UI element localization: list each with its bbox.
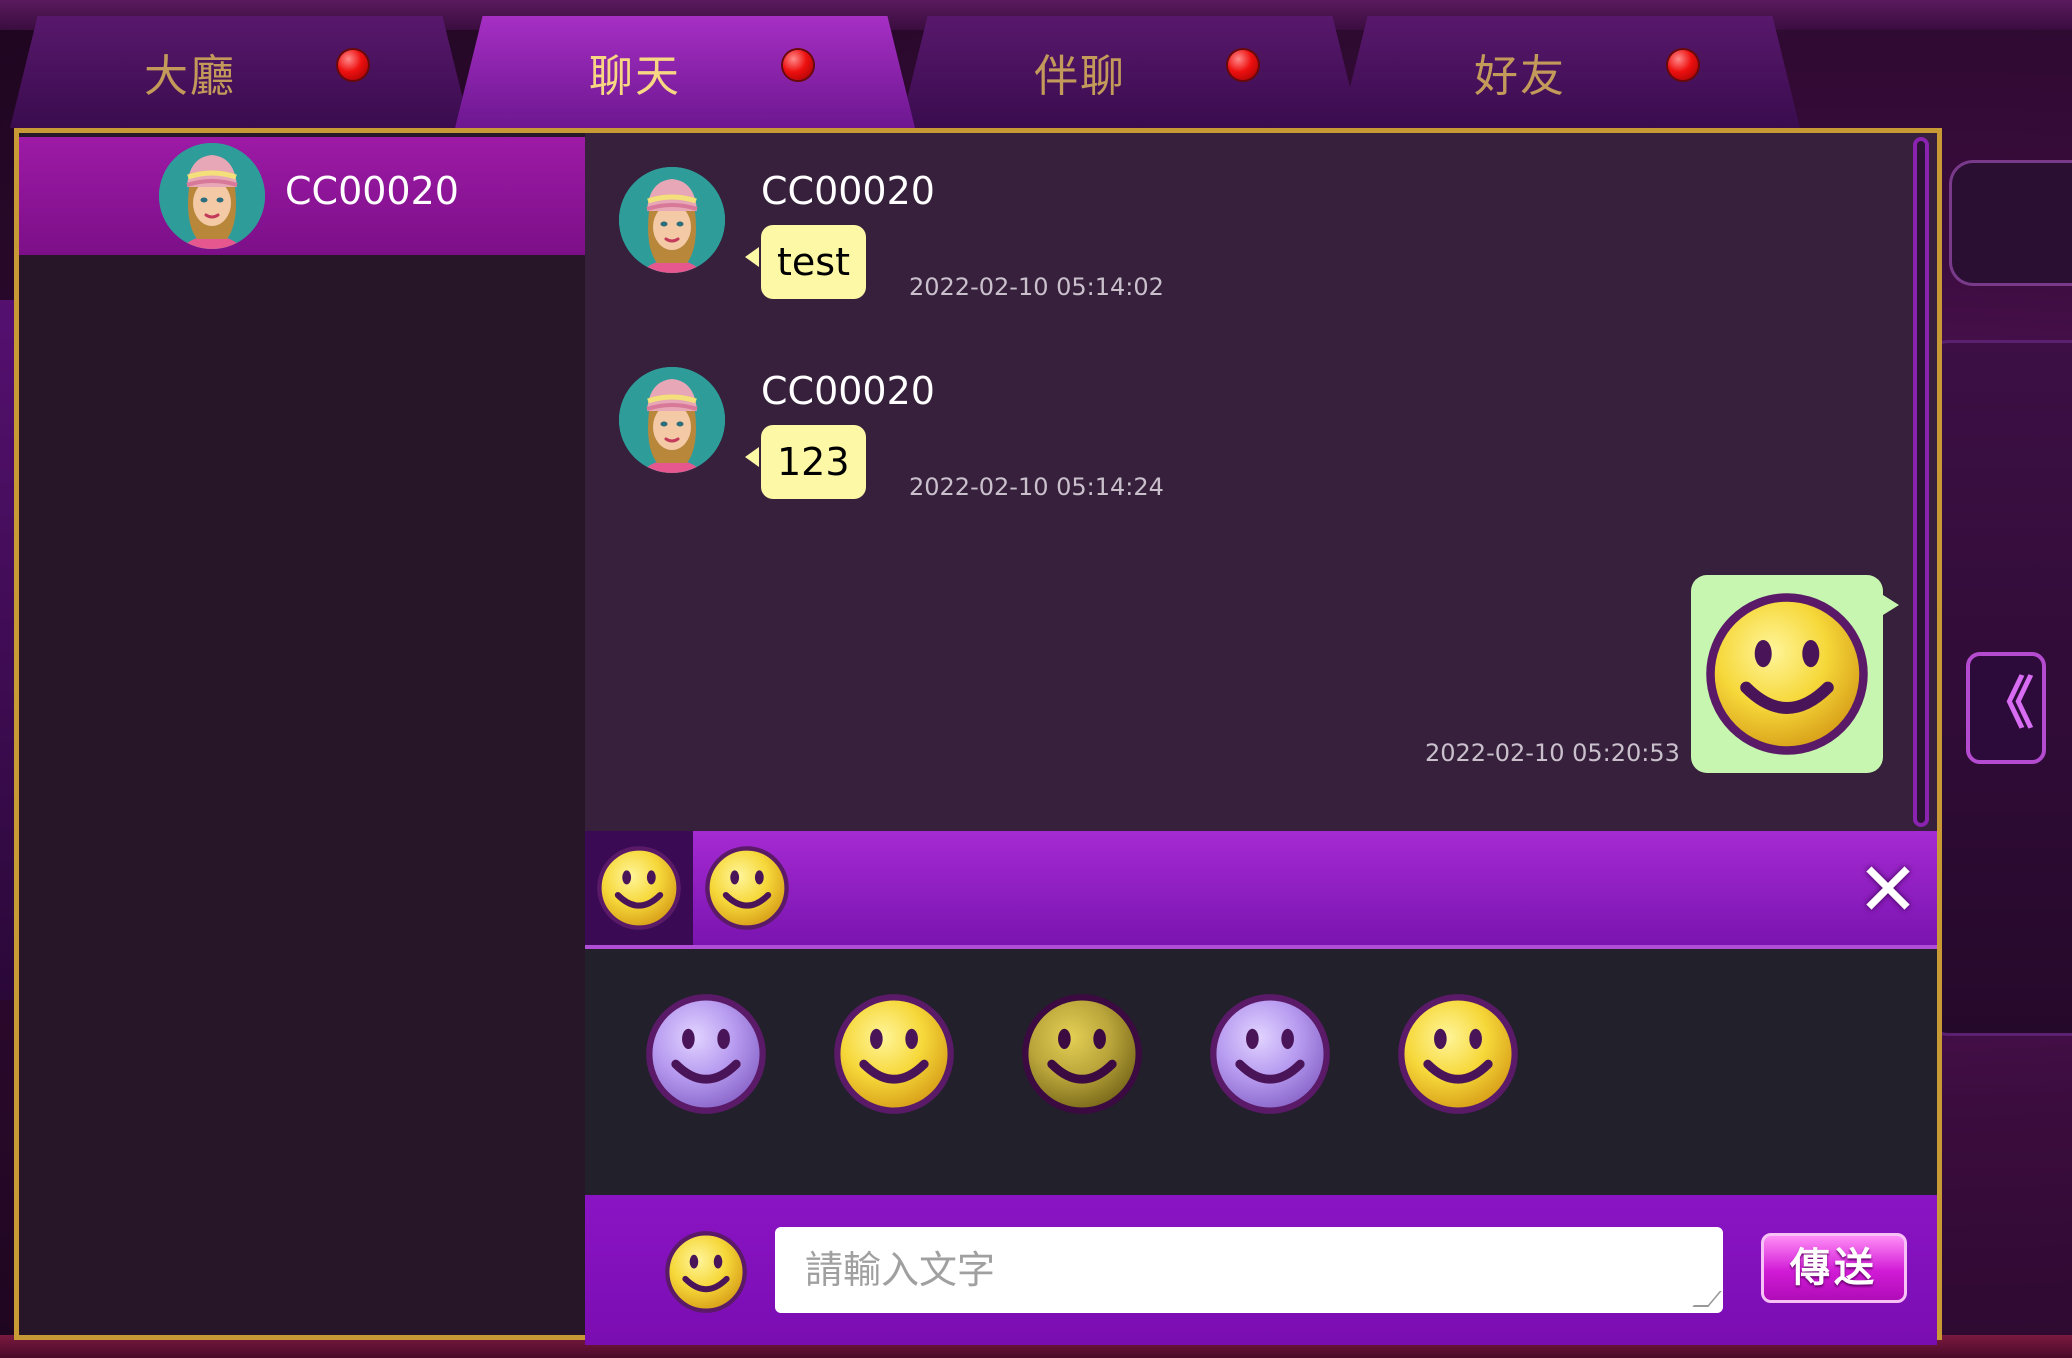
tab-label: 伴聊: [1034, 51, 1126, 102]
emoji-picker-button[interactable]: [663, 1229, 749, 1315]
smiley-face-icon[interactable]: [1207, 991, 1333, 1117]
send-button[interactable]: 傳送: [1761, 1233, 1907, 1303]
contact-list: CC00020: [19, 133, 585, 1335]
smiley-face-icon: [595, 844, 683, 932]
emoji-grid: [585, 949, 1937, 1195]
message-outgoing-bubble: [1691, 575, 1899, 773]
message-sender: CC00020: [761, 169, 935, 213]
tab-friends[interactable]: 好友: [1340, 16, 1800, 128]
contact-name: CC00020: [285, 169, 459, 213]
smiley-face-icon[interactable]: [1395, 991, 1521, 1117]
avatar: [619, 367, 725, 473]
message-timestamp: 2022-02-10 05:14:02: [909, 273, 1164, 301]
emoji-category-bar: ✕: [585, 831, 1937, 949]
message-input-placeholder: 請輸入文字: [805, 1248, 996, 1292]
smiley-face-icon[interactable]: [643, 991, 769, 1117]
notification-dot-icon: [783, 50, 813, 80]
message-bubble: 123: [745, 425, 866, 499]
tab-chat[interactable]: 聊天: [455, 16, 915, 128]
avatar: [159, 143, 265, 249]
contact-item[interactable]: CC00020: [19, 137, 585, 255]
message-bubble: test: [745, 225, 866, 299]
message-sender: CC00020: [761, 369, 935, 413]
tab-companion-chat[interactable]: 伴聊: [900, 16, 1360, 128]
notification-dot-icon: [1668, 50, 1698, 80]
close-emoji-panel-button[interactable]: ✕: [1853, 853, 1923, 927]
avatar: [619, 167, 725, 273]
message-input-bar: 請輸入文字 傳送: [585, 1195, 1937, 1345]
tab-label: 大廳: [144, 51, 236, 102]
message-timestamp: 2022-02-10 05:20:53: [1425, 739, 1680, 767]
notification-dot-icon: [338, 50, 368, 80]
tab-label: 聊天: [589, 51, 681, 102]
message-input[interactable]: 請輸入文字: [775, 1227, 1723, 1313]
emoji-category-tab-selected[interactable]: [585, 831, 693, 945]
message-timestamp: 2022-02-10 05:14:24: [909, 473, 1164, 501]
message-area[interactable]: CC00020 test 2022-02-10 05:14:02 CC00020…: [585, 133, 1937, 831]
tab-lobby[interactable]: 大廳: [10, 16, 470, 128]
message-scrollbar[interactable]: [1913, 137, 1929, 827]
chat-dialog: CC00020 CC00020 test 2022-02-10 05:14:02…: [14, 128, 1942, 1345]
smiley-face-icon: [1702, 589, 1872, 759]
resize-handle-icon[interactable]: [1692, 1291, 1722, 1307]
collapse-panel-button[interactable]: 《: [1966, 652, 2046, 764]
notification-dot-icon: [1228, 50, 1258, 80]
smiley-face-icon[interactable]: [831, 991, 957, 1117]
emoji-category-tab[interactable]: [703, 844, 791, 932]
background-right-panel: [1949, 160, 2072, 286]
tab-label: 好友: [1474, 51, 1566, 102]
smiley-face-icon[interactable]: [1019, 991, 1145, 1117]
smiley-face-icon: [703, 844, 791, 932]
